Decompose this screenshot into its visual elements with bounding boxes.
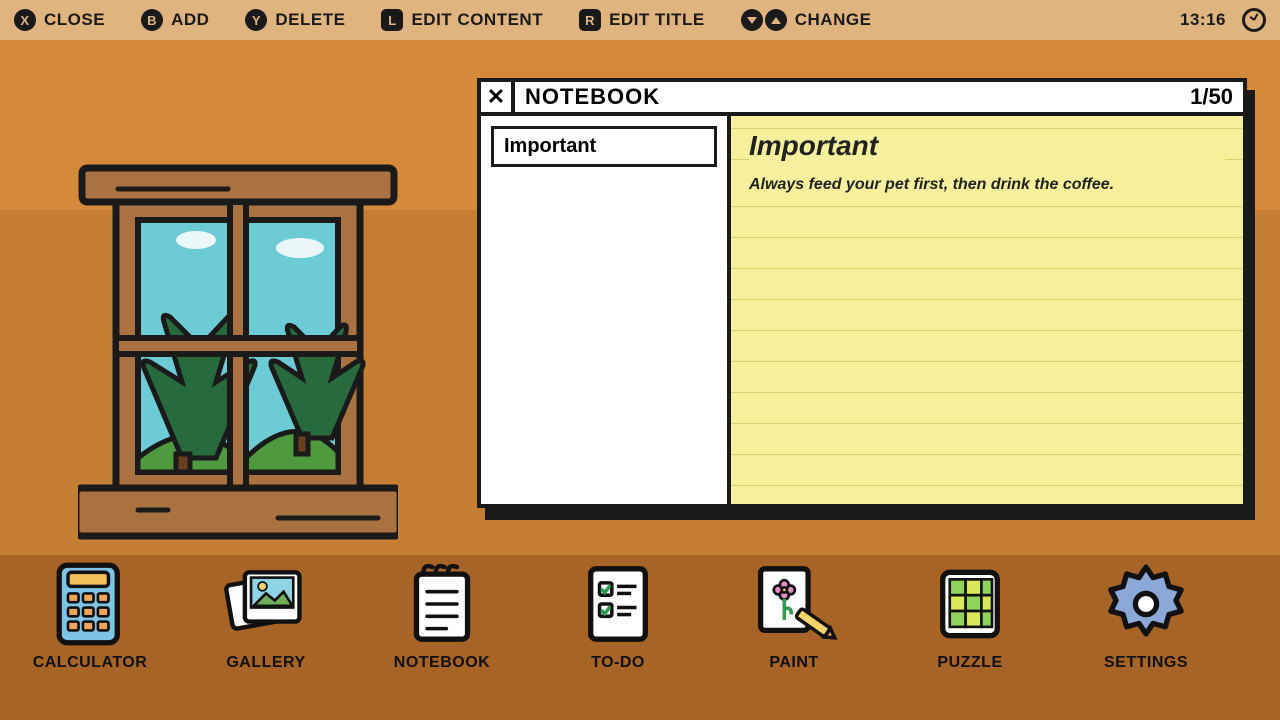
dock-app-label: SETTINGS bbox=[1104, 654, 1188, 672]
calculator-icon bbox=[46, 560, 134, 648]
room-window-art bbox=[78, 158, 398, 558]
dock-app-gallery[interactable]: GALLERY bbox=[206, 560, 326, 672]
hint-edit-title: R EDIT TITLE bbox=[579, 9, 705, 31]
dock-app-label: PAINT bbox=[769, 654, 818, 672]
dpad-down-icon bbox=[741, 9, 763, 31]
button-b-icon: B bbox=[141, 9, 163, 31]
dock-app-todo[interactable]: TO-DO bbox=[558, 560, 678, 672]
clock: 13:16 bbox=[1180, 8, 1266, 32]
notebook-entry-list: Important bbox=[481, 116, 731, 504]
hint-delete-label: DELETE bbox=[275, 10, 345, 30]
notebook-entry[interactable]: Important bbox=[491, 126, 717, 167]
hint-edit-title-label: EDIT TITLE bbox=[609, 10, 705, 30]
close-icon: ✕ bbox=[487, 84, 505, 110]
hint-close: X CLOSE bbox=[14, 9, 105, 31]
notebook-title: NOTEBOOK bbox=[515, 84, 660, 110]
notebook-page-title: Important bbox=[749, 130, 1225, 162]
paint-icon bbox=[750, 560, 838, 648]
dock-app-label: GALLERY bbox=[226, 654, 305, 672]
notebook-close-button[interactable]: ✕ bbox=[481, 82, 515, 112]
dock-app-label: CALCULATOR bbox=[33, 654, 148, 672]
app-dock: CALCULATOR GALLERY bbox=[30, 560, 1250, 710]
dock-app-settings[interactable]: SETTINGS bbox=[1086, 560, 1206, 672]
notebook-page[interactable]: Important Always feed your pet first, th… bbox=[731, 116, 1243, 504]
hint-change-label: CHANGE bbox=[795, 10, 872, 30]
puzzle-icon bbox=[926, 560, 1014, 648]
button-r-icon: R bbox=[579, 9, 601, 31]
notebook-page-content: Always feed your pet first, then drink t… bbox=[749, 176, 1225, 194]
top-toolbar: X CLOSE B ADD Y DELETE L EDIT CONTENT R … bbox=[0, 0, 1280, 40]
button-l-icon: L bbox=[381, 9, 403, 31]
gallery-icon bbox=[222, 560, 310, 648]
notebook-titlebar: ✕ NOTEBOOK 1/50 bbox=[481, 82, 1243, 116]
hint-change: CHANGE bbox=[741, 9, 872, 31]
clock-icon bbox=[1242, 8, 1266, 32]
dock-app-label: NOTEBOOK bbox=[394, 654, 490, 672]
hint-edit-content-label: EDIT CONTENT bbox=[411, 10, 543, 30]
hint-close-label: CLOSE bbox=[44, 10, 105, 30]
settings-icon bbox=[1102, 560, 1190, 648]
dpad-up-icon bbox=[765, 9, 787, 31]
dock-app-notebook[interactable]: NOTEBOOK bbox=[382, 560, 502, 672]
hint-delete: Y DELETE bbox=[245, 9, 345, 31]
notebook-window: ✕ NOTEBOOK 1/50 Important Important Alwa… bbox=[477, 78, 1247, 508]
clock-time: 13:16 bbox=[1180, 10, 1226, 30]
dock-app-puzzle[interactable]: PUZZLE bbox=[910, 560, 1030, 672]
hint-add-label: ADD bbox=[171, 10, 209, 30]
dock-app-label: PUZZLE bbox=[937, 654, 1002, 672]
todo-icon bbox=[574, 560, 662, 648]
notebook-page-counter: 1/50 bbox=[1190, 84, 1233, 110]
hint-edit-content: L EDIT CONTENT bbox=[381, 9, 543, 31]
notebook-icon bbox=[398, 560, 486, 648]
dock-app-paint[interactable]: PAINT bbox=[734, 560, 854, 672]
hint-add: B ADD bbox=[141, 9, 209, 31]
button-x-icon: X bbox=[14, 9, 36, 31]
button-y-icon: Y bbox=[245, 9, 267, 31]
dock-app-calculator[interactable]: CALCULATOR bbox=[30, 560, 150, 672]
dock-app-label: TO-DO bbox=[591, 654, 645, 672]
